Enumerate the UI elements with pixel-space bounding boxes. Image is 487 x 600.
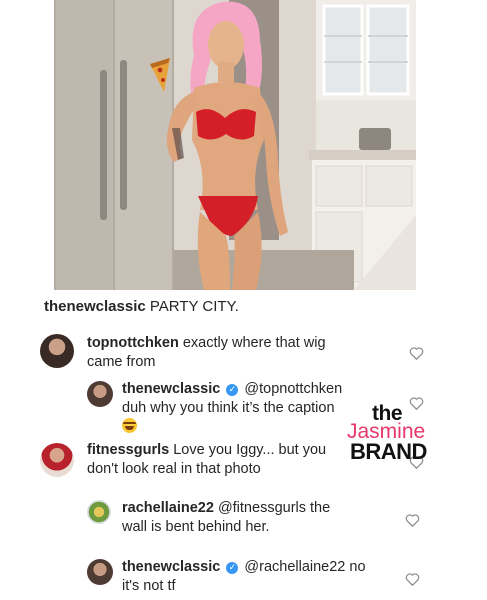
comment-username[interactable]: topnottchken bbox=[87, 335, 179, 351]
caption-text: PARTY CITY. bbox=[149, 298, 239, 315]
comment-text-continued: it's not tf bbox=[122, 578, 176, 594]
heart-outline-icon[interactable] bbox=[405, 513, 420, 527]
watermark-logo: the Jasmine BRAND bbox=[344, 402, 454, 464]
laughing-face-icon bbox=[122, 418, 137, 433]
comment-text: no bbox=[349, 559, 366, 575]
comment-mention[interactable]: @topnottchken bbox=[244, 381, 342, 397]
avatar[interactable] bbox=[87, 381, 113, 407]
comment-text: the bbox=[310, 500, 331, 516]
avatar[interactable] bbox=[40, 443, 74, 477]
comment-1: topnottchken exactly where that wig came… bbox=[0, 334, 487, 374]
comment-mention[interactable]: @rachellaine22 bbox=[244, 559, 345, 575]
verified-badge-icon: ✓ bbox=[226, 562, 239, 574]
comment-text: duh why you think it’s the caption bbox=[122, 400, 335, 416]
avatar[interactable] bbox=[87, 500, 111, 524]
avatar[interactable] bbox=[40, 334, 74, 368]
comment-text: Love you Iggy... but you bbox=[173, 442, 327, 458]
comment-text: exactly where that wig bbox=[182, 335, 326, 351]
comment-5: thenewclassic ✓ @rachellaine22 no it's n… bbox=[0, 558, 487, 598]
heart-outline-icon[interactable] bbox=[409, 346, 424, 360]
comment-username[interactable]: rachellaine22 bbox=[122, 500, 214, 516]
comment-username[interactable]: thenewclassic bbox=[122, 381, 220, 397]
comment-text-continued: came from bbox=[87, 354, 156, 370]
verified-badge-icon: ✓ bbox=[226, 384, 239, 396]
comment-4: rachellaine22 @fitnessgurls the wall is … bbox=[0, 499, 487, 539]
caption-username[interactable]: thenewclassic bbox=[44, 298, 146, 315]
comment-text-continued: wall is bent behind her. bbox=[122, 519, 270, 535]
comment-username[interactable]: thenewclassic bbox=[122, 559, 220, 575]
avatar[interactable] bbox=[87, 559, 113, 585]
comment-username[interactable]: fitnessgurls bbox=[87, 442, 169, 458]
watermark-brand: BRAND bbox=[350, 439, 427, 464]
post-photo-illustration bbox=[54, 0, 416, 290]
comment-text-continued: don't look real in that photo bbox=[87, 461, 261, 477]
post-photo[interactable] bbox=[54, 0, 416, 290]
post-caption: thenewclassic PARTY CITY. bbox=[44, 297, 239, 317]
heart-outline-icon[interactable] bbox=[405, 572, 420, 586]
comment-mention[interactable]: @fitnessgurls bbox=[218, 500, 306, 516]
